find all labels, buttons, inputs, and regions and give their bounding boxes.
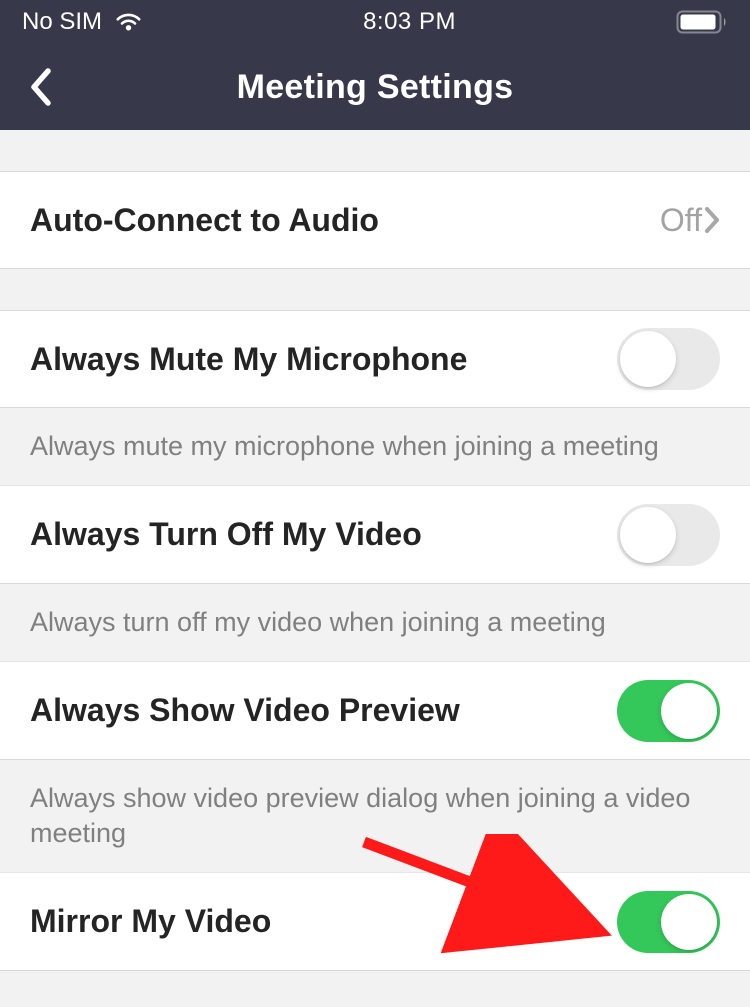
auto-connect-audio-label: Auto-Connect to Audio xyxy=(30,202,379,239)
wifi-icon xyxy=(114,12,143,33)
always-mute-mic-description: Always mute my microphone when joining a… xyxy=(30,429,720,464)
always-show-video-preview-toggle[interactable] xyxy=(617,680,720,742)
always-show-video-preview-description-row: Always show video preview dialog when jo… xyxy=(0,760,750,873)
always-turn-off-video-row: Always Turn Off My Video xyxy=(0,486,750,584)
section-spacer xyxy=(0,269,750,310)
mirror-my-video-toggle[interactable] xyxy=(617,891,720,953)
always-mute-mic-description-row: Always mute my microphone when joining a… xyxy=(0,408,750,486)
status-bar-time: 8:03 PM xyxy=(363,8,456,36)
toggle-knob xyxy=(661,683,717,739)
settings-content: Auto-Connect to Audio Off Always Mute My… xyxy=(0,130,750,971)
auto-connect-audio-value: Off xyxy=(660,202,702,239)
always-turn-off-video-toggle[interactable] xyxy=(617,504,720,566)
mirror-my-video-row: Mirror My Video xyxy=(0,873,750,971)
status-bar: No SIM 8:03 PM xyxy=(0,0,750,44)
page-title: Meeting Settings xyxy=(0,68,750,107)
toggle-knob xyxy=(620,331,676,387)
toggle-knob xyxy=(661,894,717,950)
chevron-right-icon xyxy=(704,206,720,234)
always-turn-off-video-description: Always turn off my video when joining a … xyxy=(30,605,720,640)
mirror-my-video-label: Mirror My Video xyxy=(30,903,271,940)
toggle-knob xyxy=(620,507,676,563)
always-show-video-preview-label: Always Show Video Preview xyxy=(30,692,460,729)
always-turn-off-video-description-row: Always turn off my video when joining a … xyxy=(0,584,750,662)
status-bar-left: No SIM xyxy=(22,8,143,36)
section-spacer xyxy=(0,130,750,171)
always-show-video-preview-row: Always Show Video Preview xyxy=(0,662,750,760)
always-show-video-preview-description: Always show video preview dialog when jo… xyxy=(30,781,720,851)
auto-connect-audio-value-wrap: Off xyxy=(660,202,720,239)
always-mute-mic-row: Always Mute My Microphone xyxy=(0,310,750,408)
battery-icon xyxy=(676,10,728,34)
chevron-left-icon xyxy=(28,67,52,107)
carrier-text: No SIM xyxy=(22,8,102,36)
auto-connect-audio-row[interactable]: Auto-Connect to Audio Off xyxy=(0,171,750,269)
back-button[interactable] xyxy=(18,65,62,109)
nav-bar: Meeting Settings xyxy=(0,44,750,130)
always-mute-mic-toggle[interactable] xyxy=(617,328,720,390)
always-turn-off-video-label: Always Turn Off My Video xyxy=(30,516,422,553)
always-mute-mic-label: Always Mute My Microphone xyxy=(30,341,467,378)
